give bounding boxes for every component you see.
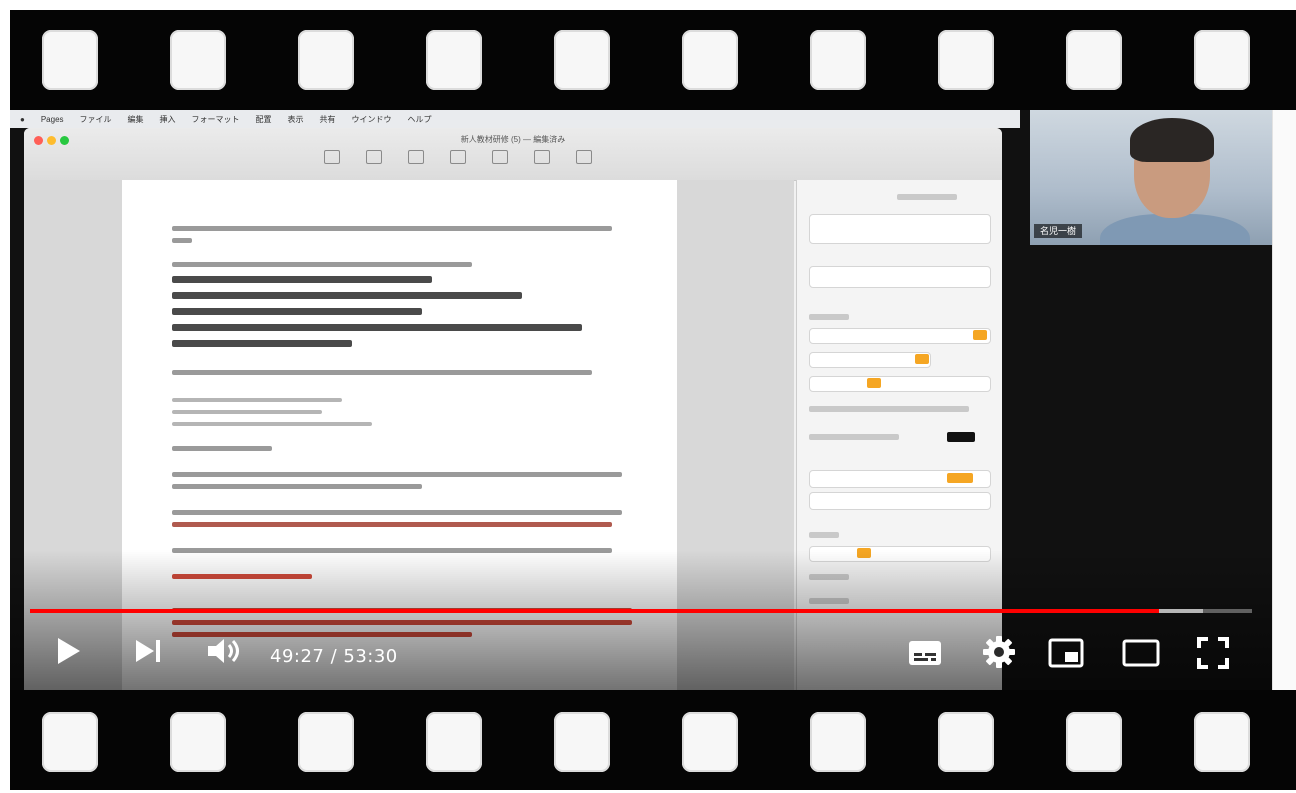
filmstrip-top xyxy=(10,10,1296,110)
menu-item: Pages xyxy=(40,114,64,124)
apple-icon: ● xyxy=(20,114,25,124)
sprocket-hole xyxy=(1194,30,1250,90)
menu-item: フォーマット xyxy=(191,114,240,124)
sprocket-hole xyxy=(938,712,994,772)
sprocket-hole xyxy=(170,30,226,90)
progress-played xyxy=(30,609,1160,613)
sprocket-hole xyxy=(810,30,866,90)
font-field xyxy=(809,328,991,344)
duration: 53:30 xyxy=(343,646,398,667)
sprocket-hole xyxy=(426,712,482,772)
inspector-stepper xyxy=(915,354,929,364)
webcam-overlay: 名児一樹 xyxy=(1030,110,1272,245)
theater-mode-icon[interactable] xyxy=(1122,638,1160,668)
menu-item: 表示 xyxy=(287,114,304,124)
text-color-swatch xyxy=(947,432,975,442)
subtitles-icon[interactable] xyxy=(908,640,942,666)
text-line xyxy=(172,522,612,527)
toolbar-icon xyxy=(450,150,466,164)
menu-item: ヘルプ xyxy=(407,114,432,124)
text-line xyxy=(172,484,422,489)
menu-item: 挿入 xyxy=(159,114,176,124)
sprocket-hole xyxy=(42,712,98,772)
menu-item: ファイル xyxy=(79,114,112,124)
indent-buttons xyxy=(809,492,991,510)
inspector-label xyxy=(897,194,957,200)
inspector-label xyxy=(809,434,899,440)
text-line xyxy=(172,340,352,347)
toolbar-icon xyxy=(576,150,592,164)
paragraph-style-box xyxy=(809,214,991,244)
text-line xyxy=(172,422,372,426)
page-background-edge xyxy=(1272,110,1296,690)
text-line xyxy=(172,276,432,283)
text-line xyxy=(172,398,342,402)
text-line xyxy=(172,410,322,414)
style-tabs xyxy=(809,266,991,288)
progress-bar[interactable] xyxy=(30,609,1252,613)
toolbar-icon xyxy=(324,150,340,164)
filmstrip-bottom xyxy=(10,690,1296,790)
menu-item: 共有 xyxy=(319,114,336,124)
sprocket-hole xyxy=(554,30,610,90)
fullscreen-icon[interactable] xyxy=(1196,636,1230,670)
text-line xyxy=(172,226,612,231)
sprocket-hole xyxy=(1194,712,1250,772)
inspector-label xyxy=(809,406,969,412)
text-line xyxy=(172,262,472,267)
text-line xyxy=(172,510,622,515)
sprocket-hole xyxy=(170,712,226,772)
sprocket-hole xyxy=(298,30,354,90)
sprocket-hole xyxy=(426,30,482,90)
toolbar-icon xyxy=(366,150,382,164)
sprocket-hole xyxy=(554,712,610,772)
sprocket-hole xyxy=(1066,712,1122,772)
inspector-label xyxy=(809,532,839,538)
settings-icon[interactable] xyxy=(982,635,1016,669)
toolbar-icon-row xyxy=(324,150,592,164)
sprocket-hole xyxy=(1066,30,1122,90)
inspector-toggle xyxy=(867,378,881,388)
text-line xyxy=(172,292,522,299)
sprocket-hole xyxy=(298,712,354,772)
mac-menu-bar: ● Pages ファイル 編集 挿入 フォーマット 配置 表示 共有 ウインドウ… xyxy=(10,110,1020,128)
text-line xyxy=(172,370,592,375)
person-hair xyxy=(1130,118,1214,162)
time-separator: / xyxy=(324,646,344,667)
next-icon[interactable] xyxy=(134,636,164,666)
sprocket-hole xyxy=(938,30,994,90)
menu-item: 編集 xyxy=(127,114,144,124)
miniplayer-icon[interactable] xyxy=(1048,638,1084,668)
video-player[interactable]: ● Pages ファイル 編集 挿入 フォーマット 配置 表示 共有 ウインドウ… xyxy=(10,110,1272,690)
sprocket-hole xyxy=(682,30,738,90)
inspector-stepper xyxy=(973,330,987,340)
sprocket-hole xyxy=(682,712,738,772)
sprocket-hole xyxy=(810,712,866,772)
document-title: 新人教材研修 (5) — 編集済み xyxy=(460,135,566,144)
toolbar-icon xyxy=(534,150,550,164)
pages-toolbar: 新人教材研修 (5) — 編集済み xyxy=(24,128,1002,181)
inspector-toggle xyxy=(947,473,973,483)
text-line xyxy=(172,324,582,331)
text-line xyxy=(172,472,622,477)
text-line xyxy=(172,446,272,451)
font-size-field xyxy=(809,352,931,368)
text-line xyxy=(172,308,422,315)
time-display: 49:27 / 53:30 xyxy=(270,646,398,667)
menu-item: 配置 xyxy=(255,114,272,124)
text-line xyxy=(172,238,192,243)
player-controls: 49:27 / 53:30 xyxy=(10,620,1272,680)
person-body xyxy=(1100,214,1250,245)
sprocket-hole xyxy=(42,30,98,90)
toolbar-icon xyxy=(408,150,424,164)
participant-name-label: 名児一樹 xyxy=(1034,224,1083,238)
font-style-buttons xyxy=(809,376,991,392)
volume-icon[interactable] xyxy=(206,636,246,666)
menu-item: ウインドウ xyxy=(351,114,392,124)
play-icon[interactable] xyxy=(56,636,82,666)
toolbar-icon xyxy=(492,150,508,164)
inspector-label xyxy=(809,314,849,320)
current-time: 49:27 xyxy=(270,646,325,667)
